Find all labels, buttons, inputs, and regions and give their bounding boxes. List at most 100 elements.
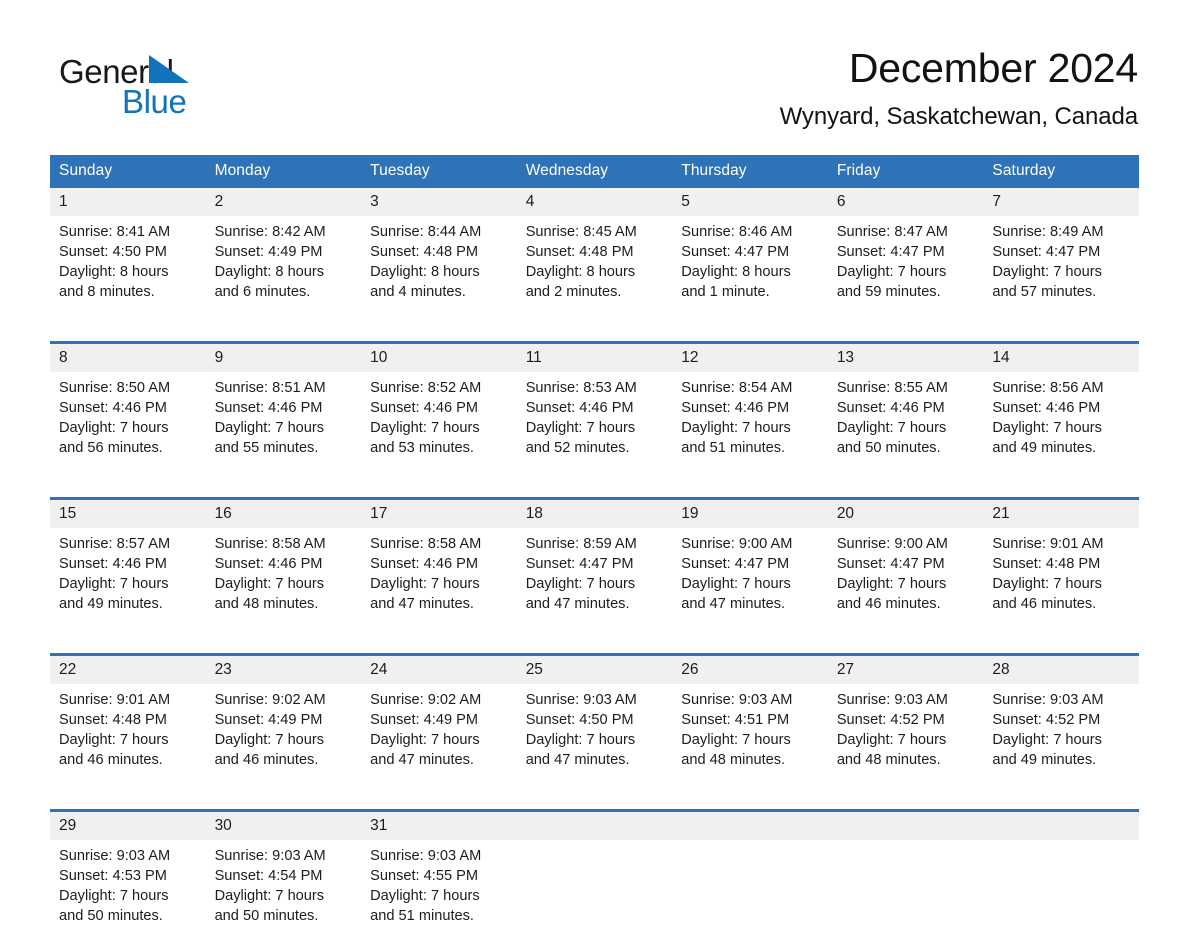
sunset-text: Sunset: 4:46 PM bbox=[370, 556, 479, 572]
day-number[interactable]: 25 bbox=[516, 656, 673, 684]
day-cell[interactable]: Sunrise: 8:54 AM Sunset: 4:46 PM Daylight:… bbox=[672, 372, 828, 482]
sunset-text: Sunset: 4:46 PM bbox=[681, 400, 790, 416]
week-separator-rule bbox=[50, 794, 1139, 812]
day-cell[interactable]: Sunrise: 9:03 AM Sunset: 4:50 PM Daylight:… bbox=[516, 684, 673, 794]
sunset-text: Sunset: 4:46 PM bbox=[525, 400, 634, 416]
day-number[interactable]: 28 bbox=[983, 656, 1139, 684]
day-cell[interactable]: Sunrise: 9:03 AM Sunset: 4:54 PM Daylight:… bbox=[205, 840, 362, 950]
day-cell[interactable]: Sunrise: 9:02 AM Sunset: 4:49 PM Daylight:… bbox=[361, 684, 517, 794]
daylight-text: Daylight: 7 hours bbox=[370, 732, 480, 748]
day-cell[interactable]: Sunrise: 9:03 AM Sunset: 4:52 PM Daylight:… bbox=[983, 684, 1139, 794]
sunrise-text: Sunrise: 8:45 AM bbox=[525, 224, 637, 240]
day-number[interactable]: 6 bbox=[827, 188, 984, 216]
day-number[interactable]: 26 bbox=[672, 656, 828, 684]
sunrise-text: Sunrise: 8:52 AM bbox=[370, 380, 482, 396]
daylight-text: Daylight: 7 hours bbox=[992, 264, 1102, 280]
daylight-text: Daylight: 7 hours bbox=[59, 576, 169, 592]
sunrise-text: Sunrise: 9:03 AM bbox=[214, 848, 326, 864]
daylight-text: and 1 minute. bbox=[681, 284, 770, 300]
week-separator bbox=[50, 326, 1139, 344]
day-number[interactable]: 16 bbox=[205, 500, 362, 528]
day-number[interactable]: 9 bbox=[205, 344, 362, 372]
day-cell[interactable]: Sunrise: 9:03 AM Sunset: 4:52 PM Daylight:… bbox=[827, 684, 984, 794]
sunset-text: Sunset: 4:46 PM bbox=[992, 400, 1101, 416]
day-cell[interactable]: Sunrise: 8:57 AM Sunset: 4:46 PM Daylight:… bbox=[50, 528, 206, 638]
sunset-text: Sunset: 4:47 PM bbox=[681, 556, 790, 572]
day-number[interactable]: 18 bbox=[516, 500, 673, 528]
day-number[interactable]: 22 bbox=[50, 656, 206, 684]
sunrise-text: Sunrise: 8:50 AM bbox=[59, 380, 171, 396]
week-separator bbox=[50, 638, 1139, 656]
day-number[interactable]: 13 bbox=[827, 344, 984, 372]
day-cell[interactable]: Sunrise: 8:50 AM Sunset: 4:46 PM Daylight:… bbox=[50, 372, 206, 482]
day-number[interactable]: 4 bbox=[516, 188, 673, 216]
day-cell[interactable]: Sunrise: 9:01 AM Sunset: 4:48 PM Daylight:… bbox=[983, 528, 1139, 638]
sunrise-text: Sunrise: 9:03 AM bbox=[59, 848, 171, 864]
day-number[interactable]: 23 bbox=[205, 656, 362, 684]
day-cell[interactable]: Sunrise: 9:01 AM Sunset: 4:48 PM Daylight:… bbox=[50, 684, 206, 794]
day-number[interactable]: 15 bbox=[50, 500, 206, 528]
week-separator-rule bbox=[50, 326, 1139, 344]
day-number-row: 15 16 17 18 19 20 21 bbox=[50, 500, 1139, 528]
day-number[interactable]: 2 bbox=[205, 188, 362, 216]
day-number[interactable]: 1 bbox=[50, 188, 206, 216]
day-cell[interactable]: Sunrise: 8:58 AM Sunset: 4:46 PM Daylight:… bbox=[205, 528, 362, 638]
day-cell[interactable]: Sunrise: 8:59 AM Sunset: 4:47 PM Daylight:… bbox=[516, 528, 673, 638]
sunrise-text: Sunrise: 8:41 AM bbox=[59, 224, 171, 240]
day-cell[interactable]: Sunrise: 8:41 AM Sunset: 4:50 PM Daylight:… bbox=[50, 216, 206, 326]
location-subtitle: Wynyard, Saskatchewan, Canada bbox=[779, 103, 1139, 131]
day-number[interactable]: 17 bbox=[361, 500, 517, 528]
day-number[interactable]: 14 bbox=[983, 344, 1139, 372]
sunrise-text: Sunrise: 8:53 AM bbox=[525, 380, 637, 396]
day-cell[interactable]: Sunrise: 8:56 AM Sunset: 4:46 PM Daylight:… bbox=[983, 372, 1139, 482]
day-number[interactable]: 8 bbox=[50, 344, 206, 372]
sunrise-text: Sunrise: 8:44 AM bbox=[370, 224, 482, 240]
general-blue-logo: General Blue bbox=[50, 46, 230, 124]
day-cell[interactable]: Sunrise: 8:47 AM Sunset: 4:47 PM Daylight:… bbox=[827, 216, 984, 326]
sunset-text: Sunset: 4:48 PM bbox=[525, 244, 634, 260]
day-number[interactable]: 27 bbox=[827, 656, 984, 684]
day-cell[interactable]: Sunrise: 8:51 AM Sunset: 4:46 PM Daylight:… bbox=[205, 372, 362, 482]
day-detail-row: Sunrise: 8:50 AM Sunset: 4:46 PM Daylight:… bbox=[50, 372, 1139, 482]
day-number[interactable]: 5 bbox=[672, 188, 828, 216]
day-number[interactable]: 31 bbox=[361, 812, 517, 840]
day-cell-empty bbox=[983, 840, 1139, 950]
day-number[interactable]: 10 bbox=[361, 344, 517, 372]
sunset-text: Sunset: 4:46 PM bbox=[214, 556, 323, 572]
day-cell[interactable]: Sunrise: 9:02 AM Sunset: 4:49 PM Daylight:… bbox=[205, 684, 362, 794]
day-number[interactable]: 30 bbox=[205, 812, 362, 840]
sunset-text: Sunset: 4:47 PM bbox=[836, 556, 945, 572]
day-cell[interactable]: Sunrise: 8:58 AM Sunset: 4:46 PM Daylight:… bbox=[361, 528, 517, 638]
sunrise-text: Sunrise: 8:42 AM bbox=[214, 224, 326, 240]
day-cell[interactable]: Sunrise: 9:03 AM Sunset: 4:53 PM Daylight:… bbox=[50, 840, 206, 950]
daylight-text: and 51 minutes. bbox=[370, 908, 474, 924]
day-number[interactable]: 20 bbox=[827, 500, 984, 528]
day-number[interactable]: 19 bbox=[672, 500, 828, 528]
day-cell[interactable]: Sunrise: 9:00 AM Sunset: 4:47 PM Daylight:… bbox=[672, 528, 828, 638]
daylight-text: Daylight: 8 hours bbox=[59, 264, 169, 280]
day-number[interactable]: 3 bbox=[361, 188, 517, 216]
day-cell[interactable]: Sunrise: 9:03 AM Sunset: 4:55 PM Daylight:… bbox=[361, 840, 517, 950]
day-cell[interactable]: Sunrise: 8:49 AM Sunset: 4:47 PM Daylight:… bbox=[983, 216, 1139, 326]
day-number[interactable]: 24 bbox=[361, 656, 517, 684]
daylight-text: and 59 minutes. bbox=[836, 284, 941, 300]
day-cell[interactable]: Sunrise: 8:52 AM Sunset: 4:46 PM Daylight:… bbox=[361, 372, 517, 482]
day-cell[interactable]: Sunrise: 8:44 AM Sunset: 4:48 PM Daylight:… bbox=[361, 216, 517, 326]
day-cell[interactable]: Sunrise: 8:53 AM Sunset: 4:46 PM Daylight:… bbox=[516, 372, 673, 482]
sunset-text: Sunset: 4:47 PM bbox=[836, 244, 945, 260]
day-cell[interactable]: Sunrise: 8:55 AM Sunset: 4:46 PM Daylight:… bbox=[827, 372, 984, 482]
day-number[interactable]: 21 bbox=[983, 500, 1139, 528]
day-number[interactable]: 29 bbox=[50, 812, 206, 840]
day-number[interactable]: 7 bbox=[983, 188, 1139, 216]
day-number[interactable]: 12 bbox=[672, 344, 828, 372]
day-cell[interactable]: Sunrise: 9:00 AM Sunset: 4:47 PM Daylight:… bbox=[827, 528, 984, 638]
day-cell[interactable]: Sunrise: 8:45 AM Sunset: 4:48 PM Daylight:… bbox=[516, 216, 673, 326]
daylight-text: and 47 minutes. bbox=[370, 596, 474, 612]
daylight-text: and 4 minutes. bbox=[370, 284, 466, 300]
day-cell[interactable]: Sunrise: 8:46 AM Sunset: 4:47 PM Daylight:… bbox=[672, 216, 828, 326]
daylight-text: Daylight: 7 hours bbox=[836, 576, 947, 592]
day-number[interactable]: 11 bbox=[516, 344, 673, 372]
day-cell[interactable]: Sunrise: 9:03 AM Sunset: 4:51 PM Daylight:… bbox=[672, 684, 828, 794]
day-cell[interactable]: Sunrise: 8:42 AM Sunset: 4:49 PM Daylight:… bbox=[205, 216, 362, 326]
daylight-text: and 49 minutes. bbox=[992, 752, 1097, 768]
